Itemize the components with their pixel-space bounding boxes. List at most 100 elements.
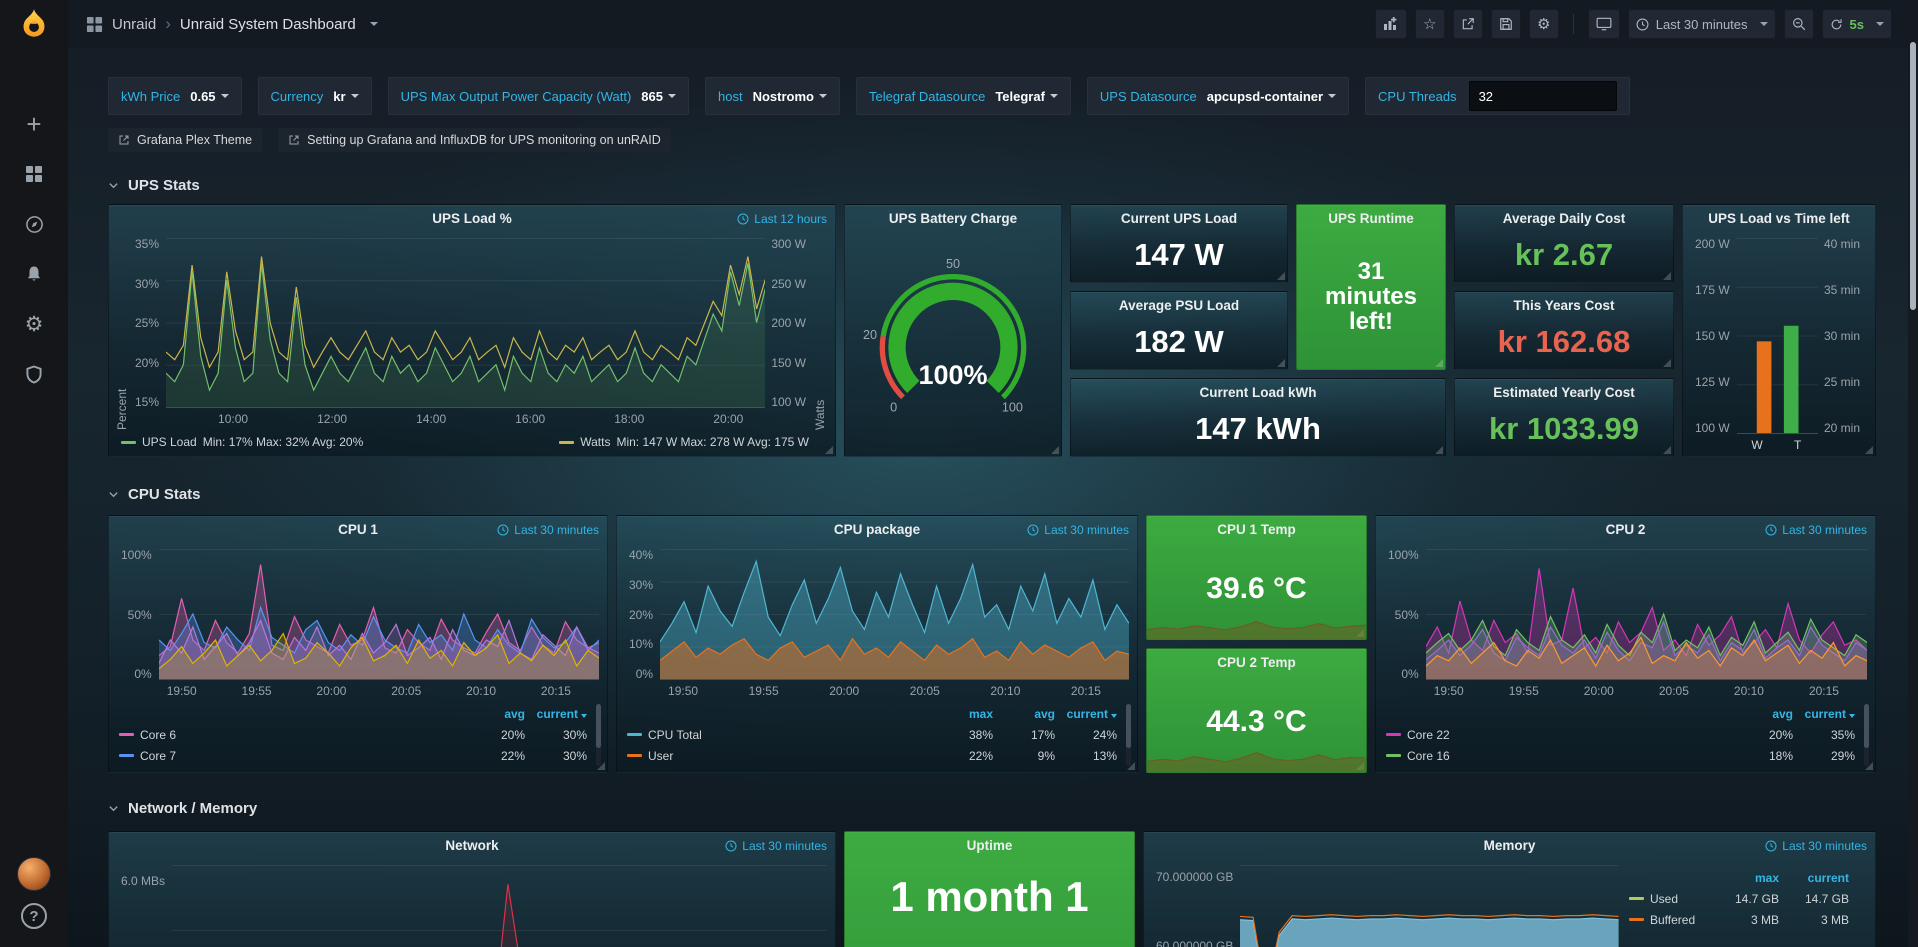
panel-title[interactable]: Current UPS Load bbox=[1121, 211, 1237, 226]
chart-plot[interactable] bbox=[660, 549, 1129, 680]
scrollbar-thumb[interactable] bbox=[1864, 704, 1869, 748]
tick-label: 19:55 bbox=[242, 684, 272, 698]
alerting-icon[interactable] bbox=[14, 254, 54, 294]
series-name[interactable]: User bbox=[648, 749, 673, 763]
stat-value: 1 month 1 bbox=[845, 859, 1134, 947]
legend-scrollbar[interactable] bbox=[596, 704, 601, 766]
grafana-logo[interactable] bbox=[0, 0, 68, 48]
legend-header-max[interactable]: max bbox=[931, 707, 993, 721]
panel-current-ups-load: Current UPS Load 147 W bbox=[1070, 204, 1288, 283]
series-name[interactable]: Core 7 bbox=[140, 749, 176, 763]
panel-title[interactable]: Average PSU Load bbox=[1119, 298, 1239, 313]
help-icon[interactable]: ? bbox=[21, 903, 47, 929]
variable-kwh-price[interactable]: kWh Price 0.65 bbox=[108, 77, 242, 115]
panel-title[interactable]: Current Load kWh bbox=[1200, 385, 1317, 400]
chart-plot[interactable] bbox=[1737, 238, 1818, 434]
panel-title[interactable]: CPU 1 Temp bbox=[1217, 522, 1296, 537]
panel-title[interactable]: UPS Runtime bbox=[1328, 211, 1414, 226]
panel-time-range[interactable]: Last 30 minutes bbox=[1765, 516, 1867, 543]
cpu-threads-input[interactable] bbox=[1469, 81, 1617, 111]
link-ups-monitoring-guide[interactable]: Setting up Grafana and InfluxDB for UPS … bbox=[278, 128, 671, 152]
breadcrumb-app[interactable]: Unraid bbox=[112, 16, 156, 33]
variable-ups-datasource[interactable]: UPS Datasource apcupsd-container bbox=[1087, 77, 1349, 115]
panel-title[interactable]: CPU package bbox=[834, 522, 920, 537]
refresh-picker[interactable]: 5s bbox=[1822, 9, 1892, 39]
link-grafana-plex-theme[interactable]: Grafana Plex Theme bbox=[108, 128, 262, 152]
chart-plot[interactable] bbox=[1426, 549, 1867, 680]
legend-header-avg[interactable]: avg bbox=[463, 707, 525, 721]
panel-title[interactable]: Network bbox=[445, 838, 498, 853]
variable-host[interactable]: host Nostromo bbox=[705, 77, 840, 115]
chart-plot[interactable] bbox=[172, 865, 827, 947]
legend-scrollbar[interactable] bbox=[1864, 704, 1869, 766]
create-icon[interactable]: + bbox=[14, 104, 54, 144]
legend-scrollbar[interactable] bbox=[1126, 704, 1131, 766]
row-header-ups-stats[interactable]: UPS Stats bbox=[108, 172, 1876, 198]
chart-plot[interactable] bbox=[1240, 865, 1619, 947]
row-header-network-memory[interactable]: Network / Memory bbox=[108, 795, 1876, 821]
series-name[interactable]: UPS Load bbox=[142, 435, 197, 449]
configuration-icon[interactable]: ⚙ bbox=[14, 304, 54, 344]
legend-header-avg[interactable]: avg bbox=[1731, 707, 1793, 721]
zoom-out-button[interactable] bbox=[1784, 9, 1814, 39]
series-name[interactable]: Core 6 bbox=[140, 728, 176, 742]
legend-header-max[interactable]: max bbox=[1709, 871, 1779, 885]
apps-grid-icon[interactable] bbox=[86, 16, 103, 33]
share-button[interactable] bbox=[1453, 9, 1483, 39]
series-name[interactable]: Used bbox=[1650, 892, 1678, 906]
cycle-view-button[interactable] bbox=[1588, 9, 1620, 39]
star-button[interactable]: ☆ bbox=[1415, 9, 1445, 39]
panel-title[interactable]: CPU 1 bbox=[338, 522, 378, 537]
stat-value: 39.6 °C bbox=[1147, 543, 1366, 639]
panel-ups-load-percent: UPS Load % Last 12 hours Percent 35%30%2… bbox=[108, 204, 836, 457]
grafana-app: + ⚙ ? Unraid › bbox=[0, 0, 1918, 947]
dashboards-icon[interactable] bbox=[14, 154, 54, 194]
panel-title[interactable]: Uptime bbox=[967, 838, 1013, 853]
variable-currency[interactable]: Currency kr bbox=[258, 77, 372, 115]
panel-title[interactable]: This Years Cost bbox=[1513, 298, 1614, 313]
series-name[interactable]: Watts bbox=[580, 435, 610, 449]
panel-time-range[interactable]: Last 30 minutes bbox=[1027, 516, 1129, 543]
panel-title[interactable]: Average Daily Cost bbox=[1503, 211, 1626, 226]
series-name[interactable]: Core 16 bbox=[1407, 749, 1450, 763]
dashboard-title-caret-icon[interactable] bbox=[370, 22, 378, 26]
scrollbar-thumb[interactable] bbox=[596, 704, 601, 748]
variable-telegraf-datasource[interactable]: Telegraf Datasource Telegraf bbox=[856, 77, 1071, 115]
y-axis-label-left: Percent bbox=[115, 238, 129, 430]
dashboard-title[interactable]: Unraid System Dashboard bbox=[180, 16, 356, 33]
explore-icon[interactable] bbox=[14, 204, 54, 244]
panel-time-range[interactable]: Last 30 minutes bbox=[725, 832, 827, 859]
legend-header-current[interactable]: current bbox=[525, 707, 587, 721]
panel-time-range[interactable]: Last 12 hours bbox=[737, 205, 827, 232]
legend-header-current[interactable]: current bbox=[1779, 871, 1849, 885]
scrollbar-thumb[interactable] bbox=[1910, 42, 1916, 310]
panel-time-range[interactable]: Last 30 minutes bbox=[497, 516, 599, 543]
series-name[interactable]: Buffered bbox=[1650, 913, 1695, 927]
legend-header-current[interactable]: current bbox=[1055, 707, 1117, 721]
panel-title[interactable]: UPS Battery Charge bbox=[889, 211, 1017, 226]
tick-label: 300 W bbox=[771, 238, 806, 250]
panel-time-range[interactable]: Last 30 minutes bbox=[1765, 832, 1867, 859]
panel-title[interactable]: Memory bbox=[1484, 838, 1536, 853]
dashboard-settings-button[interactable]: ⚙ bbox=[1529, 9, 1559, 39]
shield-icon[interactable] bbox=[14, 354, 54, 394]
panel-title[interactable]: CPU 2 bbox=[1606, 522, 1646, 537]
time-range-picker[interactable]: Last 30 minutes bbox=[1628, 9, 1776, 39]
panel-title[interactable]: UPS Load % bbox=[432, 211, 512, 226]
page-scrollbar[interactable] bbox=[1908, 0, 1918, 947]
variable-ups-max-output[interactable]: UPS Max Output Power Capacity (Watt) 865 bbox=[388, 77, 689, 115]
series-name[interactable]: Core 22 bbox=[1407, 728, 1450, 742]
add-panel-button[interactable] bbox=[1375, 9, 1407, 39]
panel-title[interactable]: Estimated Yearly Cost bbox=[1493, 385, 1635, 400]
avatar[interactable] bbox=[17, 857, 51, 891]
legend-header-current[interactable]: current bbox=[1793, 707, 1855, 721]
legend-header-avg[interactable]: avg bbox=[993, 707, 1055, 721]
panel-title[interactable]: UPS Load vs Time left bbox=[1708, 211, 1850, 226]
chart-plot[interactable] bbox=[166, 238, 765, 408]
series-name[interactable]: CPU Total bbox=[648, 728, 702, 742]
chart-plot[interactable] bbox=[159, 549, 599, 680]
scrollbar-thumb[interactable] bbox=[1126, 704, 1131, 748]
panel-title[interactable]: CPU 2 Temp bbox=[1217, 655, 1296, 670]
row-header-cpu-stats[interactable]: CPU Stats bbox=[108, 481, 1876, 507]
save-button[interactable] bbox=[1491, 9, 1521, 39]
